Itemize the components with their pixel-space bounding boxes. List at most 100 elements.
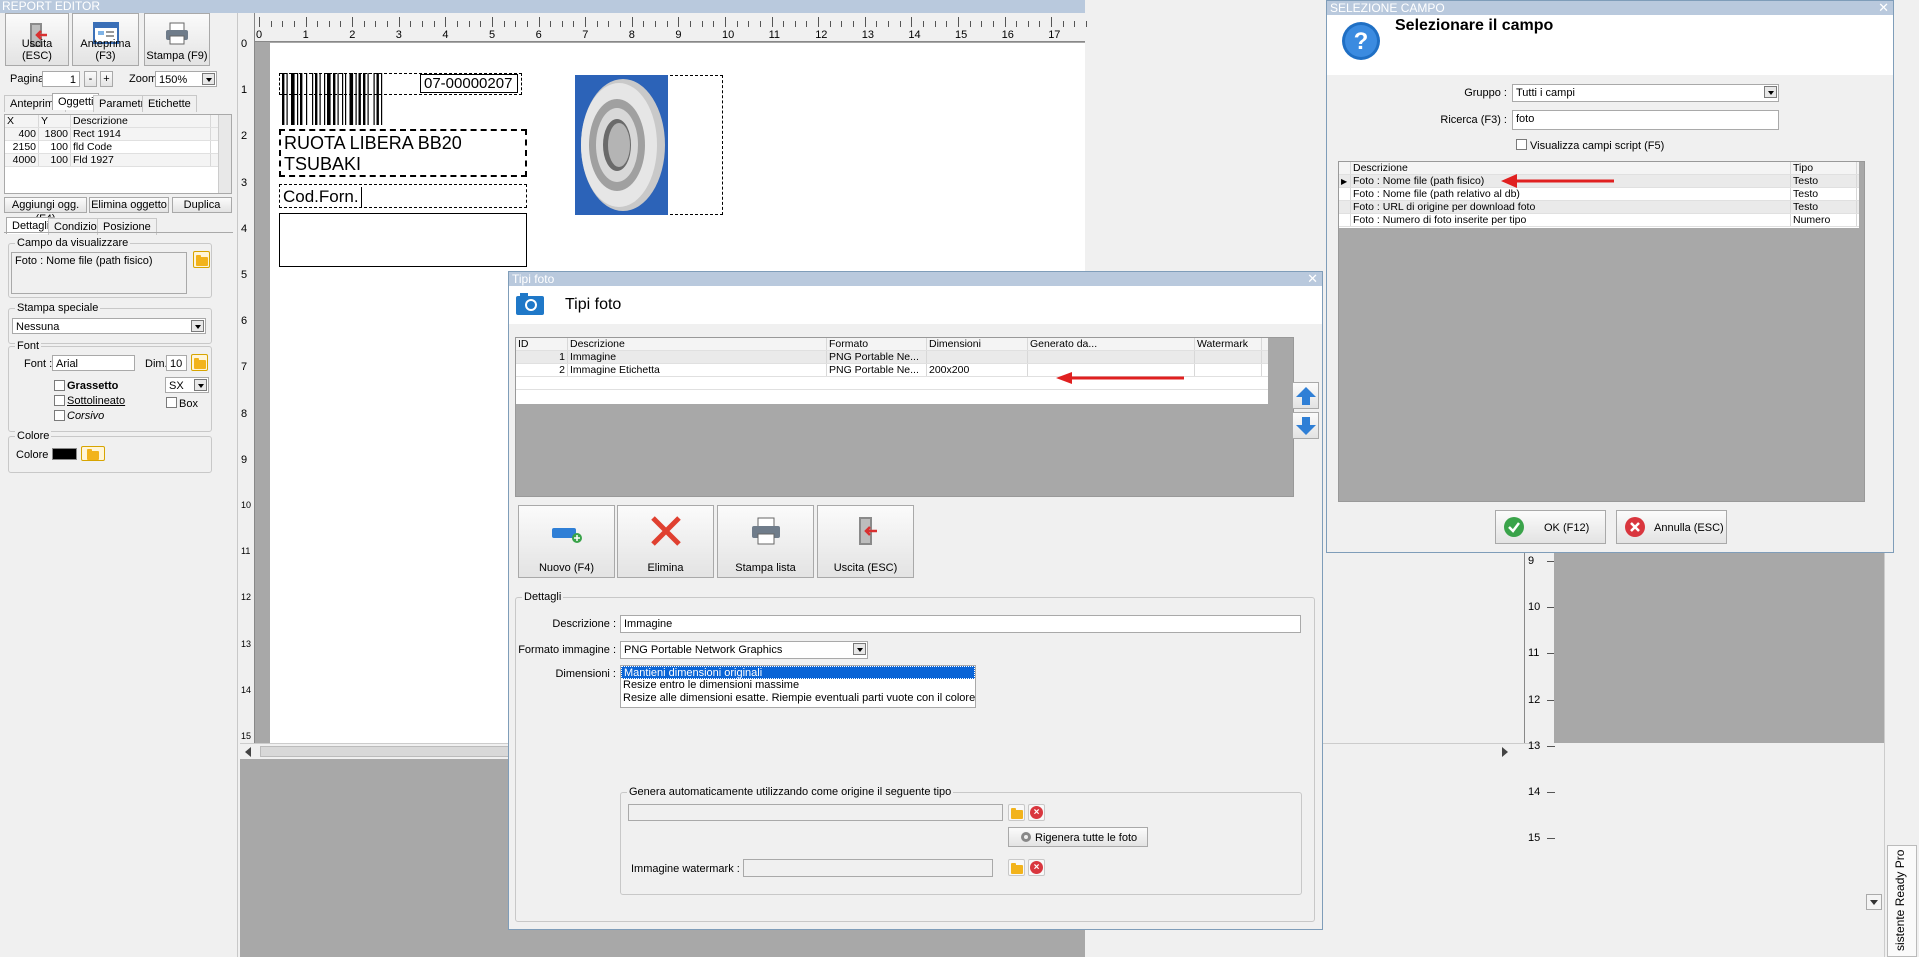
page-input[interactable]: 1 [42,71,80,87]
product-name-field[interactable]: RUOTA LIBERA BB20 TSUBAKI [279,129,527,177]
font-label: Font : [24,358,53,370]
ruler-tick-label: 9 [675,29,682,41]
description-input[interactable]: Immagine [620,615,1301,633]
table-row[interactable]: Foto : Numero di foto inserite per tipo N… [1339,214,1859,227]
watermark-clear-button[interactable]: × [1028,859,1045,876]
table-row[interactable]: 400 1800 Rect 1914 [5,128,231,141]
ruler-tick [759,21,761,27]
tipi-foto-table[interactable]: ID Descrizione Formato Dimensioni Genera… [515,337,1294,497]
table-row[interactable]: Foto : URL di origine per download foto T… [1339,201,1859,214]
regenerate-button[interactable]: Rigenera tutte le foto [1008,827,1148,847]
exit-button[interactable]: Uscita (ESC) [817,505,914,578]
chevron-down-icon[interactable] [853,643,866,655]
source-clear-button[interactable]: × [1028,804,1045,821]
delete-button[interactable]: Elimina [617,505,714,578]
print-button[interactable]: Stampa (F9) [144,13,210,66]
special-print-select[interactable]: Nessuna [12,318,206,334]
code-field[interactable]: 07-00000207 [420,74,518,93]
cell: Immagine [568,351,827,363]
column-header: X [5,115,39,127]
source-folder-button[interactable] [1008,804,1025,821]
color-picker-button[interactable] [81,446,105,461]
group-select[interactable]: Tutti i campi [1512,84,1779,102]
source-type-field[interactable] [628,804,1003,821]
objects-table[interactable]: X Y Descrizione 400 1800 Rect 1914 2150 100 fl… [4,114,232,194]
table-row[interactable]: 4000 100 Fld 1927 [5,154,231,167]
rect-1914[interactable] [279,213,527,267]
search-input[interactable]: foto [1512,110,1779,130]
chevron-down-icon[interactable] [202,73,215,85]
delete-object-button[interactable]: Elimina oggetto [89,197,169,213]
ruler-tick [806,21,808,27]
tab-etichette[interactable]: Etichette [142,95,197,112]
scroll-right-icon[interactable] [1502,747,1508,757]
ruler-tick-label: 0 [241,38,248,50]
folder-icon [1011,863,1023,874]
duplicate-button[interactable]: Duplica [172,197,232,213]
scroll-down-button[interactable] [1866,894,1882,910]
chevron-down-icon[interactable] [194,379,207,391]
button-label: OK (F12) [1544,522,1590,534]
cod-forn-field[interactable]: Cod.Forn. [279,184,527,208]
preview-button[interactable]: Anteprima (F3) [72,13,139,66]
ruler-tick [946,21,948,27]
left-panel: Uscita (ESC) Anteprima (F3) Stampa (F9) … [0,13,238,957]
dimensions-option[interactable]: Resize alle dimensioni esatte. Riempie e… [621,692,975,705]
watermark-folder-button[interactable] [1008,859,1025,876]
font-input[interactable]: Arial [52,355,135,371]
bold-checkbox[interactable] [54,380,65,391]
group-title: Genera automaticamente utilizzando come … [627,786,954,798]
close-icon[interactable]: ✕ [1307,272,1318,285]
ruler-tick-label: 5 [489,29,496,41]
right-canvas [1554,540,1884,743]
cancel-icon [1625,517,1645,537]
ruler-tick-label: 2 [349,29,356,41]
auto-generate-group: Genera automaticamente utilizzando come … [620,786,1302,895]
fields-table[interactable]: Descrizione Tipo ▶ Foto : Nome file (path … [1338,161,1865,502]
page-plus-button[interactable]: + [100,71,113,87]
font-value: Arial [56,358,79,370]
move-down-button[interactable] [1292,412,1319,439]
ok-button[interactable]: OK (F12) [1495,510,1606,544]
page-minus-button[interactable]: - [84,71,97,87]
page-value: 1 [69,74,76,86]
underline-checkbox[interactable] [54,395,65,406]
dimensions-option-selected[interactable]: Mantieni dimensioni originali [621,666,975,679]
zoom-select[interactable]: 150% [155,71,217,87]
color-swatch[interactable] [52,448,77,460]
folder-button[interactable] [193,251,210,268]
font-size-input[interactable]: 10 [166,355,187,371]
font-picker-button[interactable] [191,354,208,371]
special-print-group: Stampa speciale Nessuna [8,302,212,344]
ruler-tick [259,17,260,27]
cancel-button[interactable]: Annulla (ESC) [1616,510,1727,544]
script-fields-checkbox[interactable] [1516,139,1527,150]
add-object-button[interactable]: Aggiungi ogg.(F4) [4,197,87,225]
tab-label: Parametri [99,98,147,110]
table-row[interactable]: 2150 100 fld Code [5,141,231,154]
chevron-down-icon[interactable] [191,320,204,332]
dimensions-option[interactable]: Resize entro le dimensioni massime [621,679,975,692]
ruler-tick [340,21,342,27]
watermark-field[interactable] [743,859,993,877]
table-scrollbar[interactable] [218,115,231,193]
italic-checkbox[interactable] [54,410,65,421]
ruler-tick-label: 9 [1528,555,1535,567]
chevron-down-icon[interactable] [1764,86,1777,98]
move-up-button[interactable] [1292,382,1319,409]
scroll-left-icon[interactable] [245,747,251,757]
dimensions-list[interactable]: Mantieni dimensioni originali Resize ent… [620,665,976,708]
box-checkbox[interactable] [166,397,177,408]
table-row[interactable]: Foto : Nome file (path relativo al db) Te… [1339,188,1859,201]
align-select[interactable]: SX [165,377,209,393]
folder-icon [194,358,206,369]
print-list-button[interactable]: Stampa lista [717,505,814,578]
ruler-tick [725,17,726,27]
new-button[interactable]: Nuovo (F4) [518,505,615,578]
assistant-tab[interactable]: sistente Ready Pro [1887,845,1917,957]
table-row[interactable]: 1 Immagine PNG Portable Ne... [516,351,1268,364]
format-select[interactable]: PNG Portable Network Graphics [620,641,868,659]
ruler-tick-label: 13 [241,638,252,649]
close-icon[interactable]: ✕ [1878,1,1889,14]
exit-button[interactable]: Uscita (ESC) [5,13,69,66]
